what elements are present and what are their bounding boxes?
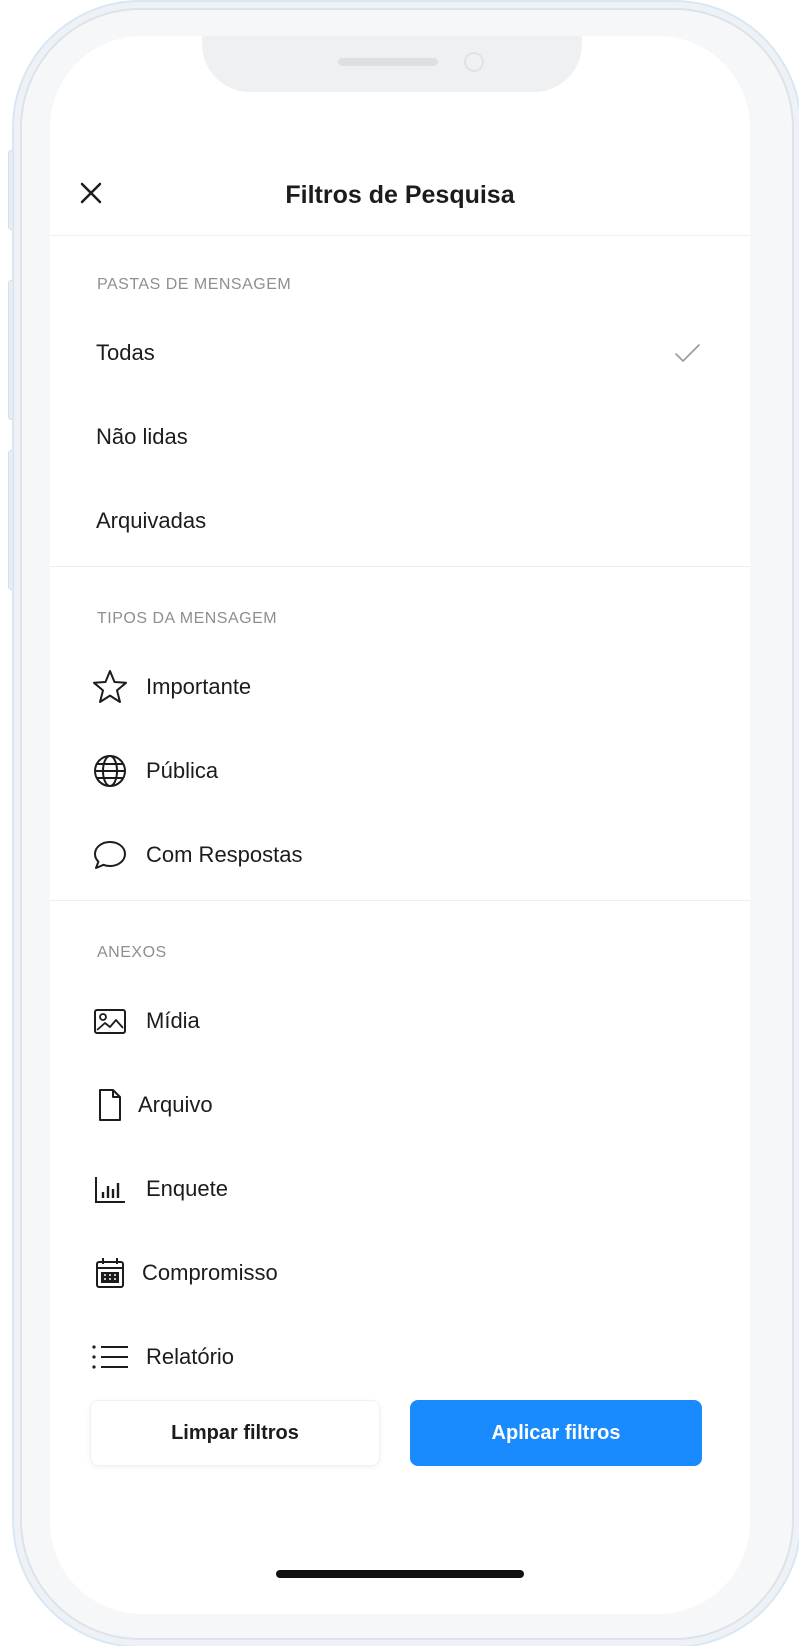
page-title: Filtros de Pesquisa <box>285 181 515 209</box>
type-item-publica[interactable]: Pública <box>50 736 750 806</box>
attachment-item-label: Relatório <box>146 1344 235 1369</box>
attachment-item-label: Mídia <box>146 1008 200 1033</box>
front-camera <box>464 52 484 72</box>
app-screen: Filtros de Pesquisa PASTAS DE MENSAGEM T… <box>50 36 750 1614</box>
section-divider <box>50 566 750 567</box>
attachment-item-enquete[interactable]: Enquete <box>50 1154 750 1224</box>
image-icon <box>90 1001 130 1041</box>
attachment-item-label: Arquivo <box>138 1092 213 1117</box>
section-label-folders: PASTAS DE MENSAGEM <box>97 276 292 293</box>
apply-filters-button[interactable]: Aplicar filtros <box>410 1400 702 1466</box>
attachment-item-label: Enquete <box>146 1176 228 1201</box>
folder-item-label: Todas <box>96 340 155 365</box>
close-icon <box>80 182 102 204</box>
attachment-item-compromisso[interactable]: Compromisso <box>50 1238 750 1308</box>
footer-actions: Limpar filtros Aplicar filtros <box>50 1396 750 1516</box>
attachment-item-midia[interactable]: Mídia <box>50 986 750 1056</box>
folder-item-todas[interactable]: Todas <box>50 318 750 388</box>
checkmark-icon <box>675 344 700 362</box>
folder-item-nao-lidas[interactable]: Não lidas <box>50 402 750 472</box>
home-indicator <box>276 1570 524 1578</box>
close-button[interactable] <box>76 178 106 208</box>
phone-side-button <box>8 450 14 590</box>
globe-icon <box>90 751 130 791</box>
section-divider <box>50 900 750 901</box>
type-item-label: Importante <box>146 674 252 699</box>
phone-notch <box>202 36 582 92</box>
calendar-icon <box>90 1253 130 1293</box>
speaker-grille <box>338 58 438 66</box>
type-item-label: Com Respostas <box>146 842 303 867</box>
phone-side-button <box>8 280 14 420</box>
attachment-item-label: Compromisso <box>142 1260 278 1285</box>
type-item-label: Pública <box>146 758 219 783</box>
folder-item-label: Arquivadas <box>96 508 207 533</box>
speech-bubble-icon <box>90 835 130 875</box>
folder-item-arquivadas[interactable]: Arquivadas <box>50 486 750 556</box>
list-icon <box>90 1337 130 1377</box>
section-label-attachments: ANEXOS <box>97 944 167 961</box>
attachment-item-relatorio[interactable]: Relatório <box>50 1322 750 1392</box>
bar-chart-icon <box>90 1169 130 1209</box>
attachment-item-arquivo[interactable]: Arquivo <box>50 1070 750 1140</box>
phone-side-button <box>8 150 14 230</box>
file-icon <box>90 1085 130 1125</box>
type-item-importante[interactable]: Importante <box>50 652 750 722</box>
header-bar: Filtros de Pesquisa <box>50 156 750 236</box>
clear-filters-button[interactable]: Limpar filtros <box>90 1400 380 1466</box>
type-item-com-respostas[interactable]: Com Respostas <box>50 820 750 890</box>
folder-item-label: Não lidas <box>96 424 188 449</box>
section-label-types: TIPOS DA MENSAGEM <box>97 610 278 627</box>
star-icon <box>90 667 130 707</box>
